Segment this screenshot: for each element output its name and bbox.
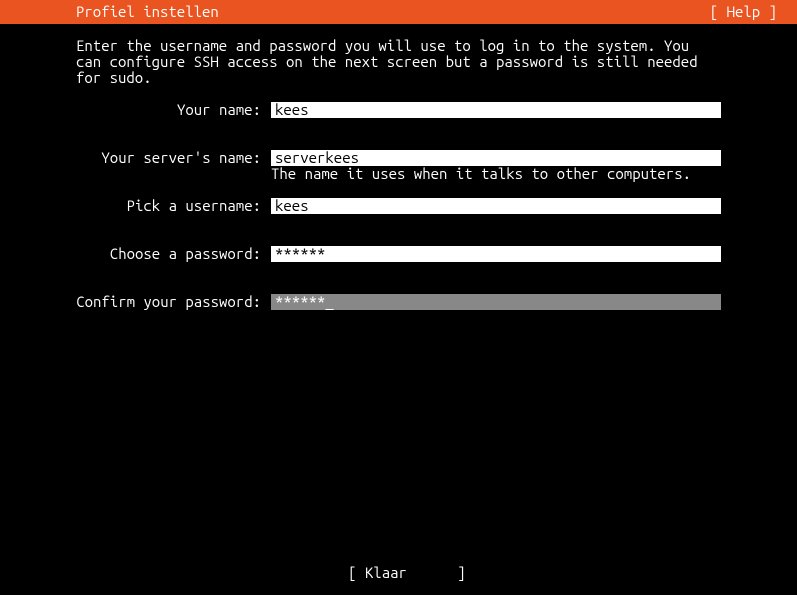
header-bar: Profiel instellen [ Help ] — [0, 0, 797, 24]
password-input[interactable]: ****** — [271, 246, 721, 262]
server-input[interactable]: serverkees — [271, 150, 721, 166]
name-label: Your name: — [76, 102, 271, 118]
page-title: Profiel instellen — [76, 4, 219, 20]
username-row: Pick a username: kees — [76, 198, 721, 214]
server-hint: The name it uses when it talks to other … — [271, 166, 721, 182]
footer-bar: [ Klaar ] — [0, 547, 797, 581]
name-input[interactable]: kees — [271, 102, 721, 118]
username-input[interactable]: kees — [271, 198, 721, 214]
confirm-label: Confirm your password: — [76, 294, 271, 310]
intro-text: Enter the username and password you will… — [76, 38, 721, 86]
help-button[interactable]: [ Help ] — [710, 4, 777, 20]
content-area: Enter the username and password you will… — [0, 24, 797, 310]
server-row: Your server's name: serverkees — [76, 150, 721, 166]
password-label: Choose a password: — [76, 246, 271, 262]
confirm-input[interactable]: ******_ — [271, 294, 721, 310]
server-hint-row: The name it uses when it talks to other … — [76, 166, 721, 182]
confirm-row: Confirm your password: ******_ — [76, 294, 721, 310]
password-row: Choose a password: ****** — [76, 246, 721, 262]
done-button[interactable]: [ Klaar ] — [348, 564, 466, 581]
name-row: Your name: kees — [76, 102, 721, 118]
server-label: Your server's name: — [76, 150, 271, 166]
hint-spacer — [76, 166, 271, 182]
username-label: Pick a username: — [76, 198, 271, 214]
